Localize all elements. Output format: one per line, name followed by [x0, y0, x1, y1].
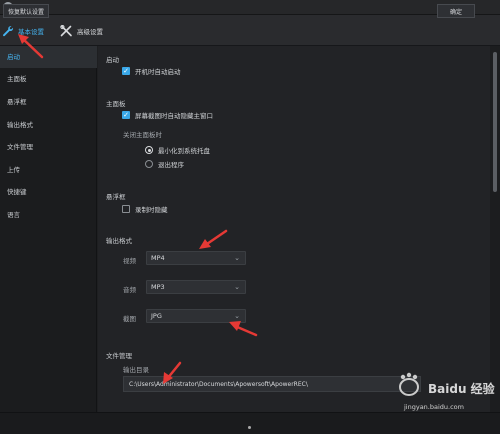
audio-format-label: 音频	[123, 286, 136, 294]
section-title-startup: 启动	[106, 56, 119, 64]
reset-defaults-button[interactable]: 恢复默认设置	[3, 4, 49, 18]
sidebar-item-main-panel[interactable]: 主面板	[0, 68, 97, 90]
hide-on-record-option[interactable]: 录制时隐藏	[122, 204, 168, 214]
hide-on-record-checkbox[interactable]	[122, 205, 130, 213]
section-title-float-box: 悬浮框	[106, 193, 126, 201]
tab-advanced-settings[interactable]: 高级设置	[60, 21, 103, 41]
auto-start-option[interactable]: ✓ 开机时自动启动	[122, 66, 181, 76]
hide-on-capture-option[interactable]: ✓ 屏幕截图时自动隐藏主窗口	[122, 110, 213, 120]
video-format-label: 视频	[123, 257, 136, 265]
hide-on-capture-label: 屏幕截图时自动隐藏主窗口	[135, 112, 213, 120]
sidebar-item-file-management[interactable]: 文件管理	[0, 136, 97, 158]
tools-icon	[60, 24, 72, 36]
minimize-tray-option[interactable]: 最小化到系统托盘	[145, 145, 210, 155]
exit-program-radio[interactable]	[145, 160, 153, 168]
tab-advanced-label: 高级设置	[77, 28, 103, 36]
page-indicator-dot	[248, 426, 251, 429]
scrollbar-thumb[interactable]	[493, 52, 497, 192]
settings-sidebar: 启动 主面板 悬浮框 输出格式 文件管理 上传 快捷键 语言	[0, 46, 97, 412]
settings-content	[98, 46, 490, 412]
auto-start-label: 开机时自动启动	[135, 68, 181, 76]
screenshot-format-label: 截图	[123, 315, 136, 323]
hide-on-record-label: 录制时隐藏	[135, 206, 168, 214]
exit-program-label: 退出程序	[158, 161, 184, 169]
chevron-down-icon: ⌄	[234, 254, 240, 262]
sidebar-item-hotkeys[interactable]: 快捷键	[0, 181, 97, 203]
on-close-label: 关闭主面板时	[123, 131, 162, 139]
ok-button[interactable]: 确定	[437, 4, 475, 18]
sidebar-item-upload[interactable]: 上传	[0, 159, 97, 181]
output-dir-input[interactable]: C:\Users\Administrator\Documents\Apowers…	[123, 376, 421, 392]
screenshot-format-value: JPG	[151, 312, 162, 320]
tab-basic-label: 基本设置	[18, 28, 44, 36]
chevron-down-icon: ⌄	[234, 312, 240, 320]
screenshot-format-select[interactable]: JPG ⌄	[146, 309, 246, 323]
minimize-tray-label: 最小化到系统托盘	[158, 147, 210, 155]
output-dir-label: 输出目录	[123, 366, 149, 374]
section-title-output-format: 输出格式	[106, 237, 132, 245]
tab-basic-settings[interactable]: 基本设置	[2, 21, 44, 41]
minimize-tray-radio[interactable]	[145, 146, 153, 154]
output-dir-value: C:\Users\Administrator\Documents\Apowers…	[129, 380, 308, 388]
video-format-value: MP4	[151, 254, 165, 262]
bottom-bar	[0, 412, 500, 434]
watermark-brand: Baidu 经验	[428, 382, 495, 396]
audio-format-select[interactable]: MP3 ⌄	[146, 280, 246, 294]
wrench-icon	[3, 26, 14, 37]
settings-tab-bar: 基本设置 高级设置	[0, 15, 500, 46]
sidebar-item-language[interactable]: 语言	[0, 204, 97, 226]
video-format-select[interactable]: MP4 ⌄	[146, 251, 246, 265]
exit-program-option[interactable]: 退出程序	[145, 159, 184, 169]
sidebar-item-startup[interactable]: 启动	[0, 46, 97, 68]
chevron-down-icon: ⌄	[234, 283, 240, 291]
audio-format-value: MP3	[151, 283, 165, 291]
sidebar-item-output-format[interactable]: 输出格式	[0, 114, 97, 136]
watermark-url: jingyan.baidu.com	[404, 403, 464, 411]
sidebar-item-float-box[interactable]: 悬浮框	[0, 91, 97, 113]
title-bar: 设置	[0, 0, 500, 15]
section-title-main-panel: 主面板	[106, 100, 126, 108]
section-title-file-management: 文件管理	[106, 352, 132, 360]
auto-start-checkbox[interactable]: ✓	[122, 67, 130, 75]
hide-on-capture-checkbox[interactable]: ✓	[122, 111, 130, 119]
